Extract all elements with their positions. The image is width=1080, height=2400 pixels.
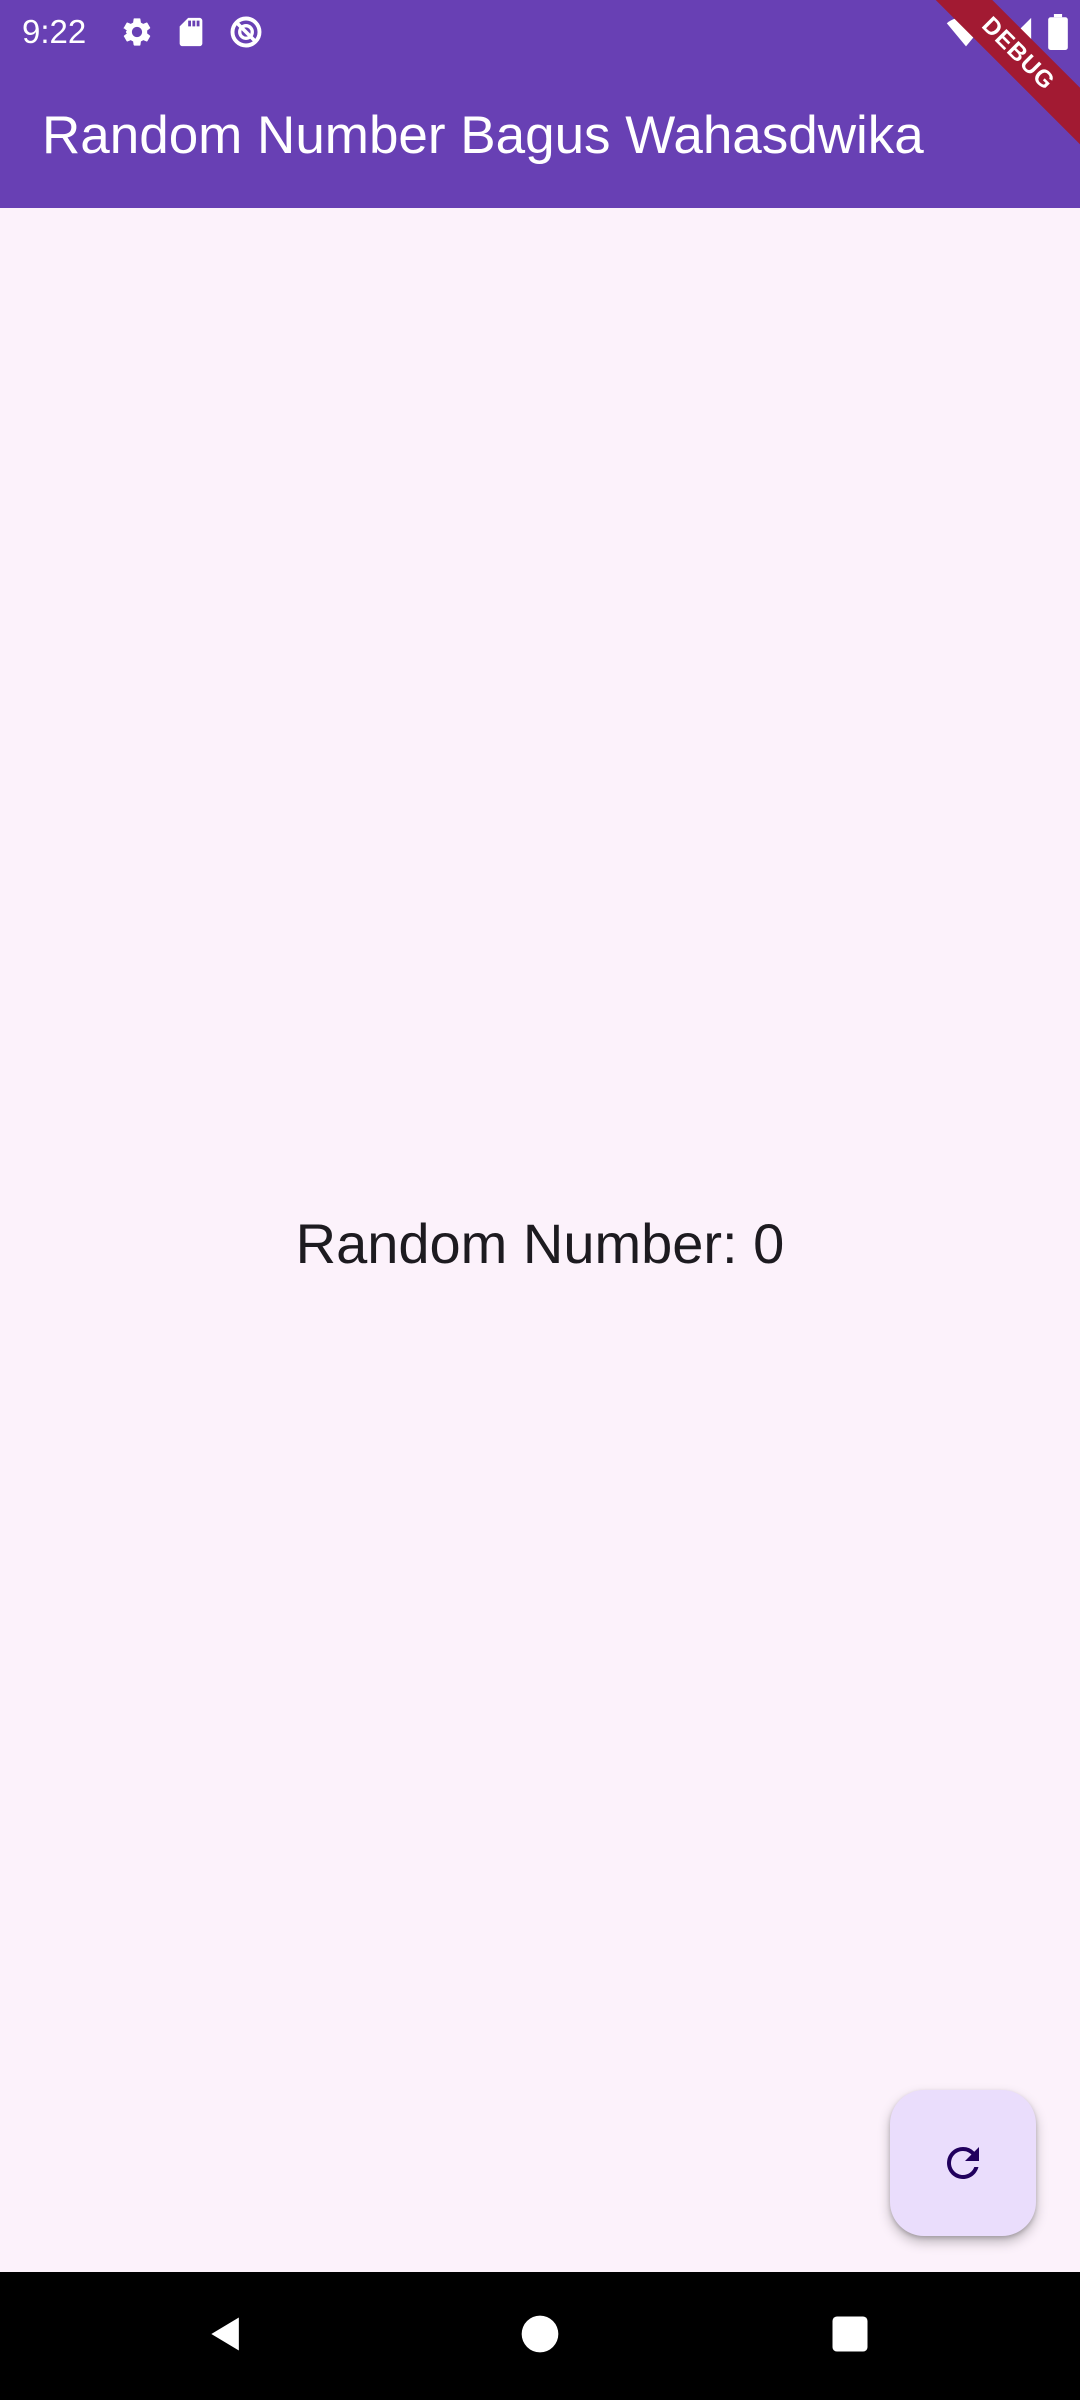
refresh-button[interactable] [890, 2090, 1036, 2236]
navigation-bar [0, 2272, 1080, 2400]
main-content: Random Number: 0 [0, 208, 1080, 2272]
recents-icon [829, 2313, 871, 2360]
top-bar-container: 9:22 Random Number Bagus Wahasdwika [0, 0, 1080, 208]
status-left-icons [120, 14, 264, 50]
recents-button[interactable] [780, 2272, 920, 2400]
home-icon [518, 2312, 562, 2361]
battery-icon [1048, 14, 1068, 50]
status-bar: 9:22 [0, 0, 1080, 64]
settings-icon [120, 15, 154, 49]
back-button[interactable] [156, 2272, 296, 2400]
status-time: 9:22 [22, 13, 87, 50]
app-title: Random Number Bagus Wahasdwika [42, 106, 924, 165]
home-button[interactable] [470, 2272, 610, 2400]
random-number-text: Random Number: 0 [295, 1212, 785, 1275]
refresh-icon [939, 2139, 987, 2187]
do-not-disturb-icon [228, 14, 264, 50]
back-icon [204, 2312, 248, 2361]
sd-card-icon [176, 15, 206, 49]
app-bar: Random Number Bagus Wahasdwika [0, 64, 1080, 208]
